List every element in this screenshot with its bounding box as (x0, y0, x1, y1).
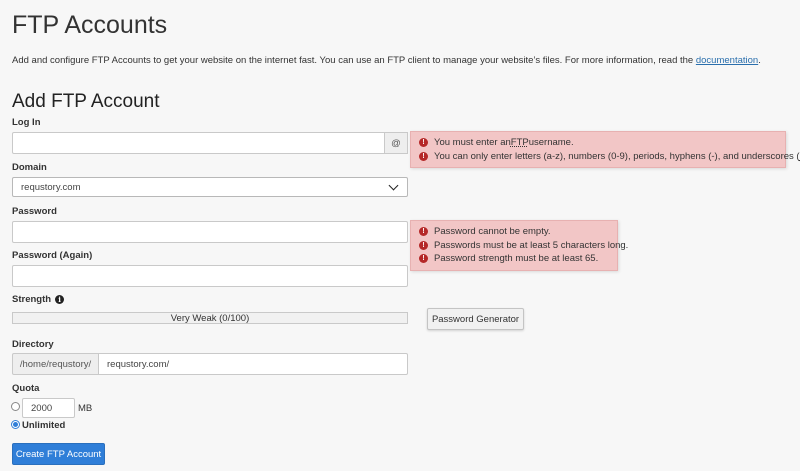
strength-meter: Very Weak (0/100) (12, 312, 408, 324)
strength-label-row: Strength i (12, 294, 65, 305)
password-generator-button[interactable]: Password Generator (427, 308, 524, 330)
password-input[interactable] (12, 221, 408, 243)
password-error-1-text: Password cannot be empty. (434, 226, 551, 237)
login-label: Log In (12, 117, 41, 128)
intro-end: . (758, 55, 761, 66)
login-error-1-text: You must enter an (434, 137, 511, 148)
create-ftp-account-button[interactable]: Create FTP Account (12, 443, 105, 465)
strength-label: Strength (12, 294, 52, 305)
exclamation-circle-icon: ! (419, 240, 428, 250)
login-error-2-text: You can only enter letters (a-z), number… (434, 150, 800, 162)
password-error-box: ! Password cannot be empty. ! Passwords … (410, 220, 628, 271)
documentation-link[interactable]: documentation (696, 55, 758, 66)
quota-unlimited-label[interactable]: Unlimited (22, 420, 65, 431)
chevron-down-icon (388, 180, 399, 191)
directory-prefix: /home/requstory/ (12, 353, 99, 375)
password-again-label: Password (Again) (12, 250, 93, 261)
password-error-2: ! Passwords must be at least 5 character… (419, 239, 628, 253)
exclamation-circle-icon: ! (419, 151, 428, 161)
intro-description: Add and configure FTP Accounts to get yo… (12, 55, 696, 66)
ftp-abbr: FTP (510, 137, 529, 148)
login-error-2: ! You can only enter letters (a-z), numb… (419, 150, 800, 164)
password-error-2-text: Passwords must be at least 5 characters … (434, 239, 629, 251)
quota-input[interactable] (22, 398, 75, 418)
password-label: Password (12, 206, 57, 217)
section-title: Add FTP Account (12, 91, 160, 112)
domain-label: Domain (12, 162, 47, 173)
quota-unit: MB (78, 403, 93, 414)
login-error-box: ! You must enter an FTP username. ! You … (410, 131, 800, 168)
login-domain-addon: @ (384, 132, 408, 154)
directory-input[interactable] (98, 353, 408, 375)
domain-selected-value: requstory.com (21, 181, 81, 193)
page-title: FTP Accounts (12, 11, 168, 39)
quota-label: Quota (12, 383, 40, 394)
login-error-1: ! You must enter an FTP username. (419, 136, 777, 150)
exclamation-circle-icon: ! (419, 254, 428, 264)
exclamation-circle-icon: ! (419, 138, 428, 148)
password-error-3-text: Password strength must be at least 65. (434, 253, 599, 264)
password-again-input[interactable] (12, 265, 408, 287)
password-error-1: ! Password cannot be empty. (419, 225, 609, 239)
password-error-3: ! Password strength must be at least 65. (419, 252, 609, 266)
exclamation-circle-icon: ! (419, 227, 428, 237)
login-error-1-end: username. (528, 137, 574, 148)
intro-text: Add and configure FTP Accounts to get yo… (12, 55, 761, 66)
domain-select[interactable]: requstory.com (12, 177, 408, 197)
strength-text: Very Weak (0/100) (170, 312, 250, 324)
login-input[interactable] (12, 132, 385, 154)
directory-label: Directory (12, 339, 54, 350)
quota-limited-radio[interactable] (11, 402, 20, 411)
quota-unlimited-radio[interactable] (11, 420, 20, 429)
info-circle-icon[interactable]: i (55, 295, 65, 304)
